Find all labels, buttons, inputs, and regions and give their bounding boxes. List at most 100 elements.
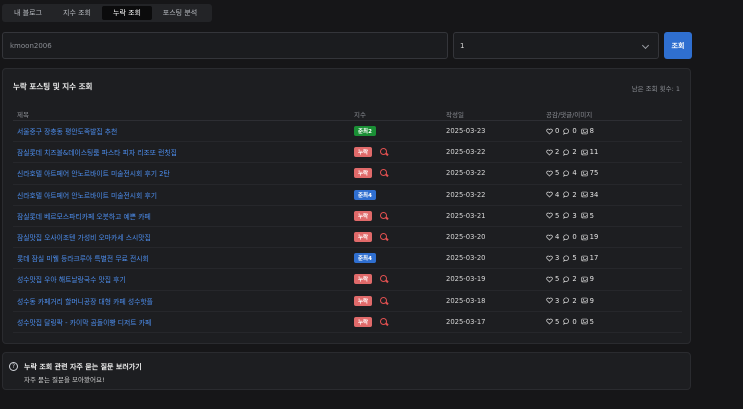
faq-card[interactable]: ? 누락 조회 관련 자주 묻는 질문 보러가기 자주 묻는 질문을 모아봤어요… (2, 352, 691, 390)
like-count: 0 (555, 127, 560, 136)
like-count: 3 (555, 254, 560, 263)
search-icon[interactable] (380, 148, 388, 156)
post-title-link[interactable]: 서울중구 장충동 평안도족발집 추천 (17, 126, 347, 136)
image-count: 5 (589, 317, 594, 326)
comment-count: 2 (572, 190, 577, 199)
search-icon[interactable] (380, 233, 388, 241)
post-title-link[interactable]: 성수동 카페거리 할머니공장 대형 카페 성수핫플 (17, 296, 347, 306)
blog-id-input[interactable]: kmoon2006 (2, 32, 448, 59)
results-table: 제목 지수 작성일 공감/댓글/이미지 서울중구 장충동 평안도족발집 추천 준… (13, 107, 682, 333)
post-date: 2025-03-22 (446, 148, 486, 157)
tab-missing-lookup[interactable]: 누락 조회 (102, 6, 152, 20)
post-date: 2025-03-18 (446, 296, 486, 305)
table-header: 제목 지수 작성일 공감/댓글/이미지 (13, 107, 682, 121)
post-stats: 0 0 8 (546, 127, 682, 135)
chevron-down-icon (641, 41, 650, 50)
image-count: 5 (589, 211, 594, 220)
status-badge: 준최2 (354, 126, 376, 137)
post-title-link[interactable]: 성수맛집 달링팍 - 카이막 곰돌이빵 디저트 카페 (17, 317, 347, 327)
tab-my-blog[interactable]: 내 블로그 (4, 6, 52, 20)
question-icon: ? (9, 362, 18, 371)
post-stats: 5 2 9 (546, 275, 682, 283)
status-badge: 준최4 (354, 253, 376, 264)
post-title-link[interactable]: 성수맛집 우아 해트날랑국수 맛집 후기 (17, 274, 347, 284)
heart-icon (546, 149, 553, 156)
panel-title: 누락 포스팅 및 지수 조회 (13, 82, 93, 91)
heart-icon (546, 255, 553, 262)
table-row: 잠실맛집 오사이조텐 가성비 오마카세 스시맛집 누락 2025-03-20 4… (13, 227, 682, 249)
image-icon (581, 128, 588, 134)
col-index: 지수 (354, 110, 366, 119)
table-row: 롯데 잠실 미웰 등라크루아 특별전 무료 전시회 준최4 2025-03-20… (13, 248, 682, 270)
image-count: 11 (589, 148, 599, 157)
search-icon[interactable] (380, 296, 388, 305)
image-count: 9 (589, 275, 594, 284)
search-icon[interactable] (380, 317, 388, 326)
post-title-link[interactable]: 잠실맛집 오사이조텐 가성비 오마카세 스시맛집 (17, 232, 347, 242)
col-title: 제목 (17, 110, 29, 119)
comment-icon (563, 297, 570, 305)
table-row: 성수맛집 달링팍 - 카이막 곰돌이빵 디저트 카페 누락 2025-03-17… (13, 312, 682, 333)
comment-count: 2 (572, 148, 577, 157)
search-icon[interactable] (380, 275, 388, 283)
post-title-link[interactable]: 잠실롯데 베르모스파티카페 오붓하고 예쁜 카페 (17, 211, 347, 221)
post-stats: 5 4 75 (546, 169, 682, 177)
heart-icon (546, 128, 553, 135)
heart-icon (546, 213, 553, 219)
post-date: 2025-03-20 (446, 254, 486, 263)
table-row: 서울중구 장충동 평안도족발집 추천 준최2 2025-03-23 0 0 8 (13, 121, 682, 143)
tab-bar: 내 블로그 지수 조회 누락 조회 포스팅 분석 (2, 4, 212, 22)
comment-icon (563, 170, 570, 177)
tab-index-lookup[interactable]: 지수 조회 (52, 6, 102, 20)
table-row: 신라호텔 아트페어 안노르바이트 미술전시회 후기 준최4 2025-03-22… (13, 185, 682, 206)
comment-icon (563, 149, 570, 156)
image-icon (581, 276, 588, 283)
status-badge: 준최4 (354, 189, 376, 200)
table-row: 신라호텔 아트페어 안노르바이트 미술전시회 후기 2탄 누락 2025-03-… (13, 163, 682, 185)
count-select-value: 1 (460, 41, 465, 50)
comment-icon (563, 318, 570, 326)
image-icon (581, 255, 588, 262)
heart-icon (546, 276, 553, 283)
search-button[interactable]: 조회 (664, 32, 692, 59)
status-badge: 누락 (354, 274, 373, 285)
like-count: 3 (555, 296, 560, 305)
like-count: 5 (555, 169, 560, 178)
table-row: 잠실롯데 베르모스파티카페 오붓하고 예쁜 카페 누락 2025-03-21 5… (13, 206, 682, 227)
search-icon[interactable] (380, 169, 388, 177)
post-stats: 2 2 11 (546, 148, 682, 156)
comment-count: 2 (572, 275, 577, 284)
heart-icon (546, 319, 553, 325)
heart-icon (546, 170, 553, 177)
like-count: 5 (555, 211, 560, 220)
status-badge: 누락 (354, 295, 373, 306)
tab-posting-analysis[interactable]: 포스팅 분석 (152, 6, 208, 20)
comment-count: 2 (572, 296, 577, 305)
faq-subtitle: 자주 묻는 질문을 모아봤어요! (24, 376, 105, 384)
comment-icon (563, 191, 570, 199)
post-title-link[interactable]: 잠실롯데 치즈볼&데이스팅룸 파스타 피자 리조또 런칫집 (17, 147, 347, 157)
post-title-link[interactable]: 신라호텔 아트페어 안노르바이트 미술전시회 후기 2탄 (17, 168, 347, 178)
post-stats: 4 0 19 (546, 233, 682, 241)
like-count: 5 (555, 275, 560, 284)
comment-count: 0 (572, 233, 577, 242)
post-title-link[interactable]: 롯데 잠실 미웰 등라크루아 특별전 무료 전시회 (17, 253, 347, 263)
image-count: 34 (589, 190, 599, 199)
heart-icon (546, 191, 553, 198)
status-badge: 누락 (354, 316, 373, 327)
table-row: 성수동 카페거리 할머니공장 대형 카페 성수핫플 누락 2025-03-18 … (13, 291, 682, 312)
col-date: 작성일 (446, 110, 464, 119)
like-count: 4 (555, 190, 560, 199)
image-icon (581, 297, 588, 304)
post-title-link[interactable]: 신라호텔 아트페어 안노르바이트 미술전시회 후기 (17, 190, 347, 200)
comment-count: 5 (572, 254, 577, 263)
table-row: 잠실롯데 치즈볼&데이스팅룸 파스타 피자 리조또 런칫집 누락 2025-03… (13, 142, 682, 164)
heart-icon (546, 297, 553, 304)
post-stats: 5 3 5 (546, 212, 682, 220)
post-date: 2025-03-23 (446, 127, 486, 136)
post-date: 2025-03-22 (446, 169, 486, 178)
image-count: 9 (589, 296, 594, 305)
like-count: 4 (555, 233, 560, 242)
count-select[interactable]: 1 (453, 32, 659, 59)
search-icon[interactable] (380, 211, 388, 220)
